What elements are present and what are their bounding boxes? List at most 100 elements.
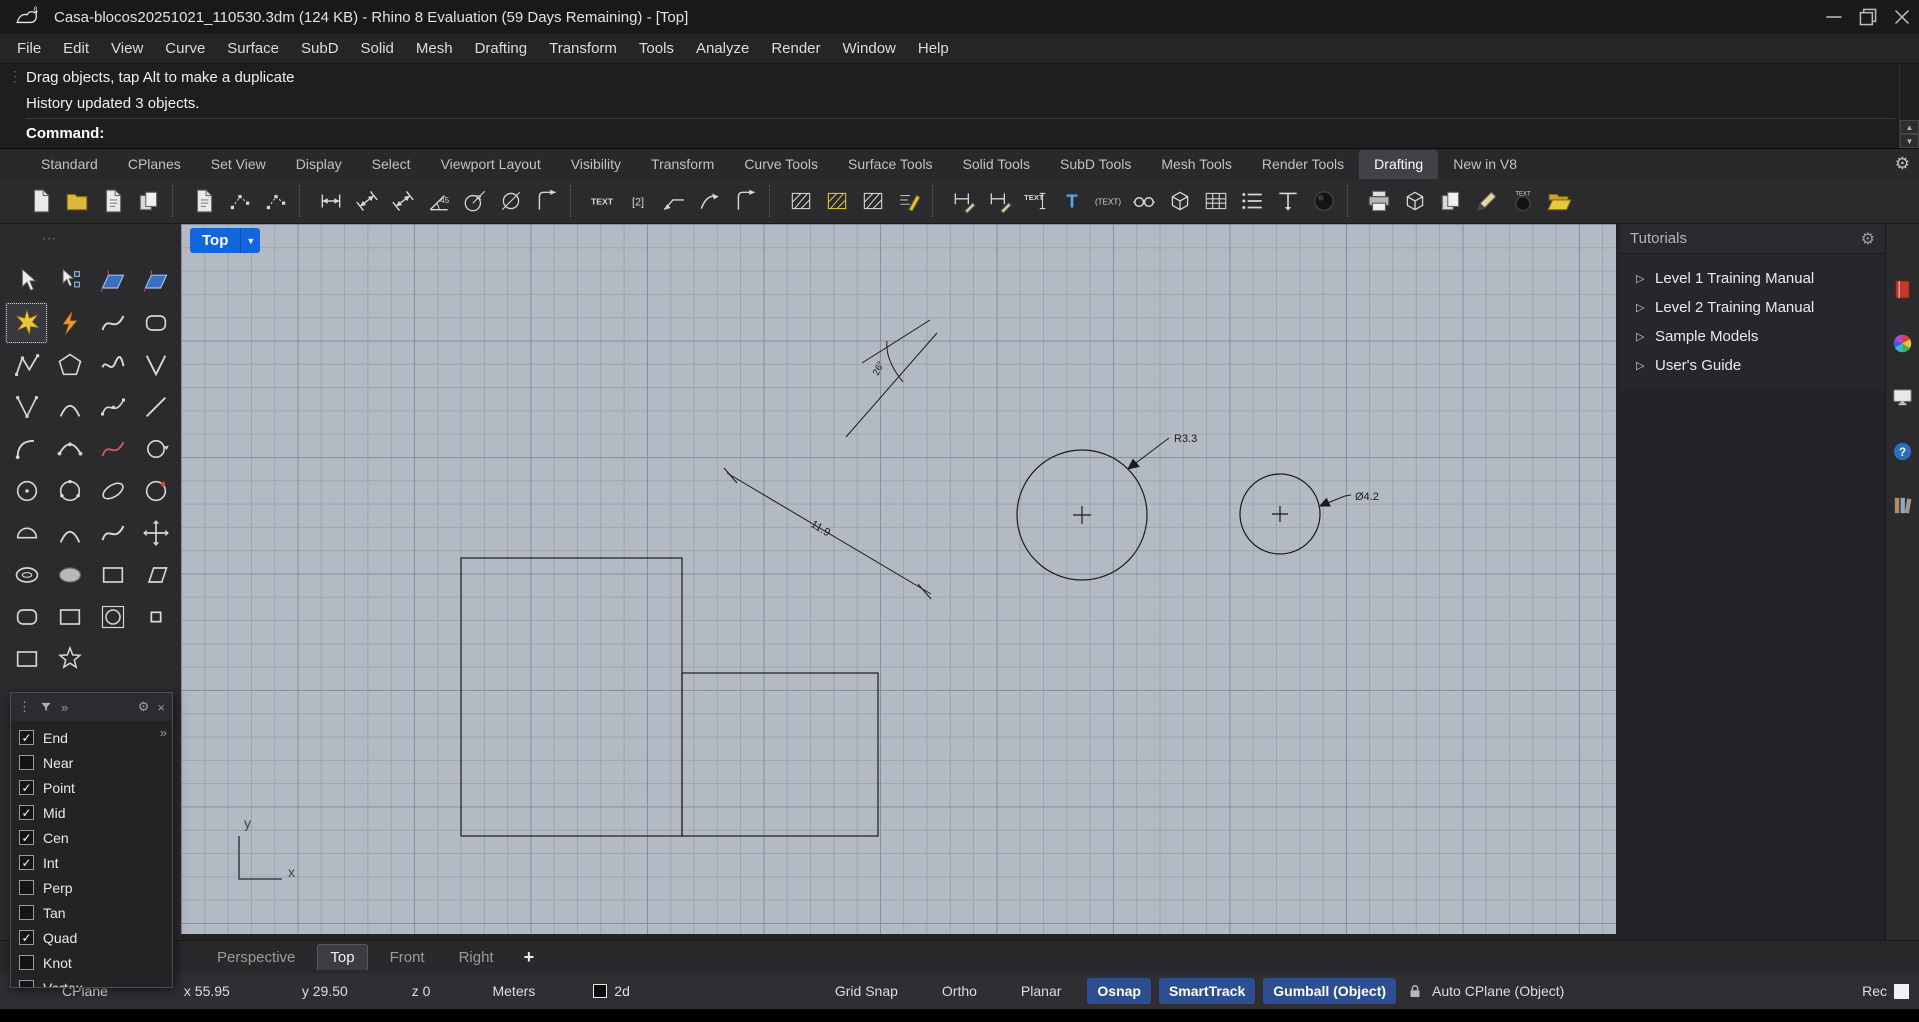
dim-ordinate-icon[interactable] [530, 184, 564, 218]
arc-center-tool[interactable] [5, 428, 48, 470]
osnap-checkbox[interactable] [19, 805, 34, 820]
tutorial-item[interactable]: ▷ Level 2 Training Manual [1620, 293, 1885, 322]
match-annotation-icon[interactable] [892, 184, 926, 218]
toolbar-tab[interactable]: Set View [196, 150, 281, 179]
tutorial-item[interactable]: ▷ Sample Models [1620, 322, 1885, 351]
annotation-count-icon[interactable]: [2] [621, 184, 655, 218]
rounded-rectangle-tool[interactable] [5, 596, 48, 638]
ellipse-tool[interactable] [48, 554, 91, 596]
viewport-tab-right[interactable]: Right [447, 945, 506, 970]
osnap-checkbox[interactable] [19, 905, 34, 920]
scroll-up-icon[interactable]: ▲ [1900, 120, 1919, 134]
viewport-top[interactable]: Top ▼ R3.3 Ø4.2 11.9 26° y x [181, 224, 1616, 934]
toolbar-tab[interactable]: CPlanes [113, 150, 196, 179]
menu-item[interactable]: SubD [290, 36, 350, 61]
shaded-sphere-icon[interactable] [1307, 184, 1341, 218]
radius-dimension-text[interactable]: R3.3 [1174, 433, 1197, 445]
isometric-text-icon[interactable] [1271, 184, 1305, 218]
status-toggle[interactable]: Gumball (Object) [1263, 978, 1397, 1004]
save-file-icon[interactable] [96, 184, 130, 218]
layout-box-icon[interactable] [1398, 184, 1432, 218]
viewport-menu-dropdown-icon[interactable]: ▼ [240, 228, 261, 253]
text-sphere-icon[interactable]: TEXT [1506, 184, 1540, 218]
toolbar-gear-icon[interactable]: ⚙ [1895, 154, 1910, 174]
toolbar-tab[interactable]: Viewport Layout [426, 150, 556, 179]
expander-icon[interactable]: ▷ [1636, 330, 1646, 343]
drag-handle-icon[interactable]: ⋮ [8, 69, 22, 83]
find-text-icon[interactable]: (TEXT) [1091, 184, 1125, 218]
select-tool[interactable] [5, 260, 48, 302]
arc-blend-tool[interactable] [48, 512, 91, 554]
add-viewport-icon[interactable]: + [524, 947, 535, 968]
annotate-pen-icon[interactable] [1470, 184, 1504, 218]
hatch-pattern-icon[interactable] [820, 184, 854, 218]
square-tool[interactable] [5, 638, 48, 680]
osnap-checkbox[interactable] [19, 855, 34, 870]
layer-name[interactable]: 2d [614, 983, 630, 999]
close-button[interactable] [1885, 0, 1919, 34]
status-toggle[interactable]: Ortho [932, 978, 987, 1004]
annotation-scale-icon[interactable] [1127, 184, 1161, 218]
menu-item[interactable]: Surface [216, 36, 290, 61]
osnap-checkbox[interactable] [19, 880, 34, 895]
osnap-gear-icon[interactable]: ⚙ [138, 699, 150, 715]
osnap-checkbox[interactable] [19, 930, 34, 945]
toolbar-tab[interactable]: Select [357, 150, 426, 179]
active-layer-selector[interactable]: 2d [593, 983, 630, 999]
osnap-option[interactable]: Int [11, 850, 172, 875]
help-panel-icon[interactable]: ? [1890, 438, 1916, 464]
dim-rotated-icon[interactable] [386, 184, 420, 218]
viewport-tab-front[interactable]: Front [378, 945, 437, 970]
osnap-checkbox[interactable] [19, 755, 34, 770]
dim-angle-icon[interactable]: 45 [422, 184, 456, 218]
tutorials-panel-icon[interactable] [1890, 276, 1916, 302]
open-template-icon[interactable] [1542, 184, 1576, 218]
parallelogram-tool[interactable] [134, 554, 177, 596]
copy-file-icon[interactable] [132, 184, 166, 218]
viewport-tab-perspective[interactable]: Perspective [205, 945, 307, 970]
circle-in-rectangle-tool[interactable] [91, 596, 134, 638]
curve-boolean-tool[interactable] [48, 302, 91, 344]
menu-item[interactable]: File [6, 36, 52, 61]
osnap-option[interactable]: Cen [11, 825, 172, 850]
osnap-chevrons-icon[interactable]: » [61, 700, 68, 715]
record-history-icon[interactable] [1894, 983, 1909, 999]
menu-item[interactable]: Help [907, 36, 960, 61]
open-file-icon[interactable] [60, 184, 94, 218]
minimize-button[interactable] [1817, 0, 1851, 34]
arc-tool[interactable] [48, 386, 91, 428]
menu-item[interactable]: Curve [154, 36, 216, 61]
new-file-icon[interactable] [24, 184, 58, 218]
rectangle-tool[interactable] [91, 554, 134, 596]
control-point-curve-tool[interactable] [91, 428, 134, 470]
sketch-curve-tool[interactable] [91, 344, 134, 386]
expander-icon[interactable]: ▷ [1636, 359, 1646, 372]
hatch-boundary-icon[interactable] [856, 184, 890, 218]
print-icon[interactable] [1362, 184, 1396, 218]
point-numbering-icon[interactable] [223, 184, 257, 218]
expander-icon[interactable]: ▷ [1636, 272, 1646, 285]
osnap-option[interactable]: End [11, 725, 172, 750]
torus-tool[interactable] [5, 554, 48, 596]
dim-aligned-icon[interactable] [350, 184, 384, 218]
osnap-overflow-icon[interactable]: » [160, 725, 167, 740]
restore-button[interactable] [1851, 0, 1885, 34]
menu-item[interactable]: Edit [52, 36, 100, 61]
status-toggle[interactable]: SmartTrack [1158, 978, 1256, 1004]
command-scrollbar[interactable]: ▲ ▼ [1899, 64, 1919, 148]
circle-deformable-tool[interactable] [134, 470, 177, 512]
hatch-icon[interactable] [784, 184, 818, 218]
osnap-checkbox[interactable] [19, 780, 34, 795]
curved-leader-icon[interactable] [693, 184, 727, 218]
drawn-rectangle-large[interactable] [460, 557, 683, 837]
toolbar-tab[interactable]: New in V8 [1438, 150, 1532, 179]
osnap-option[interactable]: Point [11, 775, 172, 800]
menu-item[interactable]: Mesh [405, 36, 464, 61]
tutorials-gear-icon[interactable]: ⚙ [1861, 229, 1875, 249]
status-toggle[interactable]: Osnap [1087, 978, 1151, 1004]
circle-3pt-tool[interactable] [48, 470, 91, 512]
toolbar-tab[interactable]: Standard [26, 150, 113, 179]
expander-icon[interactable]: ▷ [1636, 301, 1646, 314]
status-toggle[interactable]: Planar [1011, 978, 1071, 1004]
diameter-dimension-text[interactable]: Ø4.2 [1355, 491, 1379, 503]
